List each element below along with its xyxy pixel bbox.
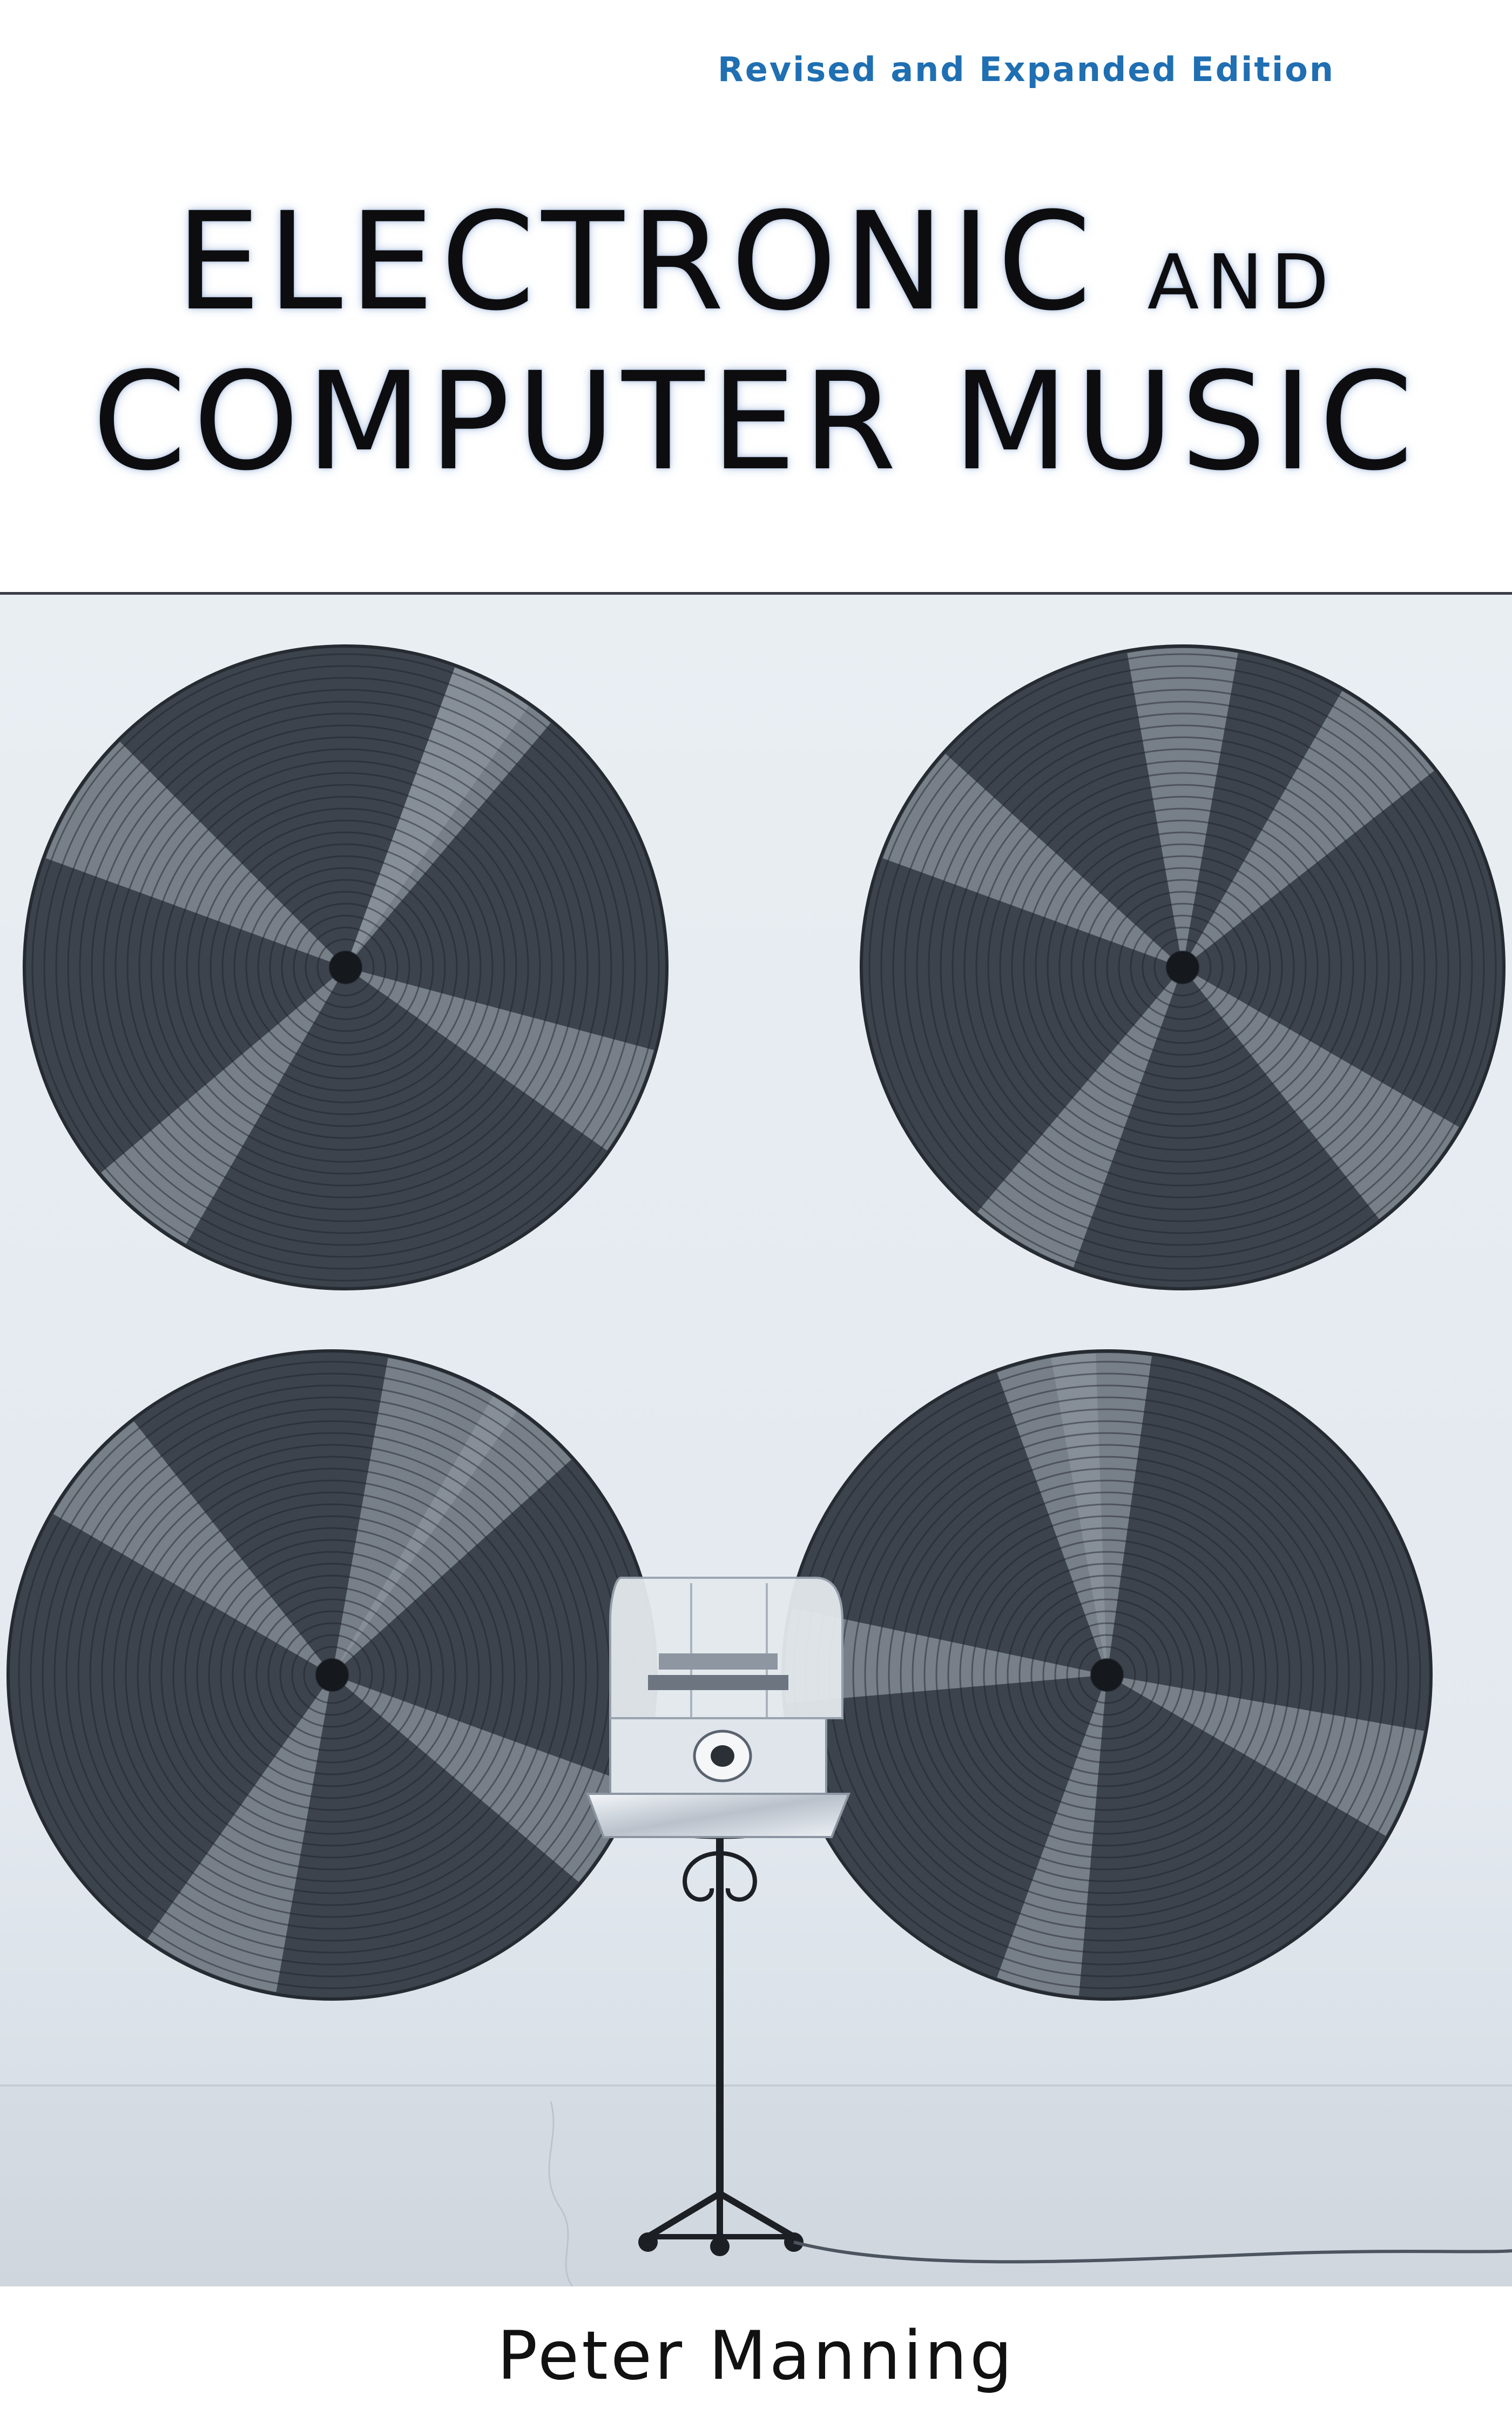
book-title: ELECTRONIC AND COMPUTER MUSIC <box>0 194 1512 489</box>
title-line-1: ELECTRONIC AND <box>0 194 1512 329</box>
title-word-and: AND <box>1147 239 1337 327</box>
cover-photograph <box>0 592 1512 2286</box>
disc-top-right <box>860 644 1506 1290</box>
title-word-electronic: ELECTRONIC <box>175 183 1098 340</box>
installation-artwork <box>0 595 1512 2286</box>
edition-label: Revised and Expanded Edition <box>717 50 1335 89</box>
disc-top-left <box>23 644 669 1290</box>
music-box <box>586 1577 850 1838</box>
author-name: Peter Manning <box>497 2317 1015 2395</box>
floor <box>0 2085 1512 2286</box>
title-line-2: COMPUTER MUSIC <box>92 343 1420 500</box>
book-cover: Revised and Expanded Edition ELECTRONIC … <box>0 0 1512 2422</box>
disc-bottom-right <box>781 1349 1433 2001</box>
disc-bottom-left <box>6 1349 658 2001</box>
